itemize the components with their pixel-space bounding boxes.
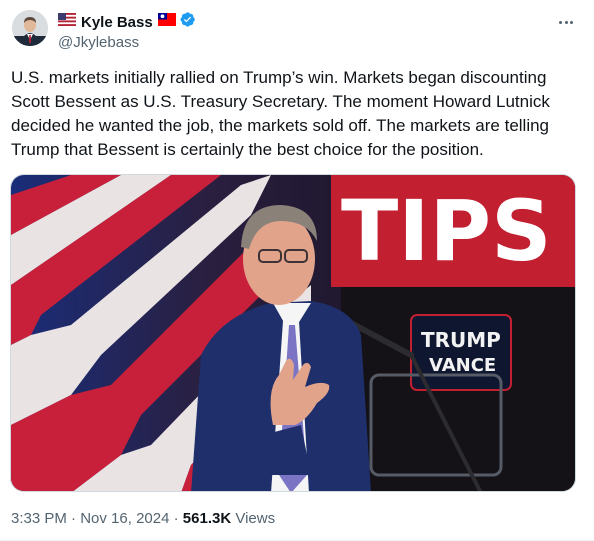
views-label: Views	[235, 510, 276, 527]
tweet-meta: 3:33 PM · Nov 16, 2024 · 561.3K Views	[11, 509, 275, 529]
tips-sign-text: TIPS	[341, 182, 552, 280]
tweet-time[interactable]: 3:33 PM	[11, 510, 67, 527]
us-flag-icon	[58, 13, 76, 31]
tweet-text: U.S. markets initially rallied on Trump’…	[11, 68, 550, 159]
author-name[interactable]: Kyle Bass	[81, 14, 153, 31]
author-handle[interactable]: @Jkylebass	[58, 33, 196, 53]
meta-separator: ·	[71, 510, 81, 527]
author-info: Kyle Bass @Jkylebass	[58, 11, 196, 53]
author-name-line[interactable]: Kyle Bass	[58, 11, 196, 33]
verified-badge-icon[interactable]	[179, 11, 196, 33]
tweet-card[interactable]: Kyle Bass @Jkylebass U.S. markets initia…	[0, 0, 594, 541]
views-count: 561.3K	[182, 510, 232, 527]
more-options-icon[interactable]	[556, 12, 576, 32]
svg-text:TRUMP: TRUMP	[421, 328, 501, 352]
avatar[interactable]	[12, 10, 48, 46]
taiwan-flag-icon	[157, 13, 176, 31]
svg-text:VANCE: VANCE	[429, 355, 496, 376]
meta-separator: ·	[173, 510, 183, 527]
tweet-date[interactable]: Nov 16, 2024	[80, 510, 169, 527]
tweet-image[interactable]: TIPS TRUMP VANCE	[10, 174, 576, 492]
